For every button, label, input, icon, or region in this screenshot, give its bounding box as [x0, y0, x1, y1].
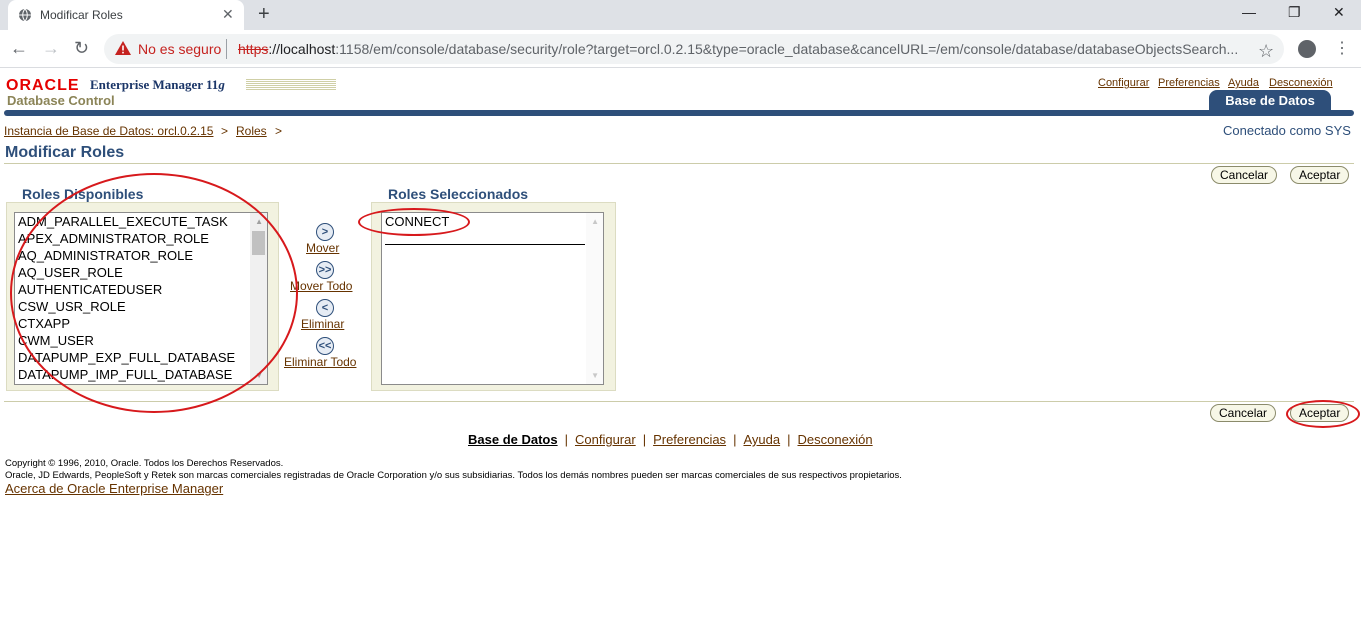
available-roles-title: Roles Disponibles [22, 186, 144, 202]
accept-button-bottom[interactable]: Aceptar [1290, 404, 1350, 422]
product-name: Enterprise Manager 11g [90, 77, 225, 93]
available-roles-list[interactable]: ADM_PARALLEL_EXECUTE_TASK APEX_ADMINISTR… [14, 212, 268, 385]
copyright-line-2: Oracle, JD Edwards, PeopleSoft y Retek s… [5, 470, 902, 481]
url-host: ://localhost [268, 41, 336, 57]
address-bar[interactable]: No es seguro https://localhost:1158/em/c… [104, 34, 1284, 64]
scroll-thumb[interactable] [252, 231, 265, 255]
list-item[interactable]: AUTHENTICATEDUSER [18, 282, 162, 297]
remove-all-icon[interactable]: << [316, 337, 334, 355]
footer-link-ayuda[interactable]: Ayuda [743, 432, 780, 447]
bookmark-star-icon[interactable]: ☆ [1258, 41, 1274, 62]
browser-tab[interactable]: Modificar Roles ✕ [8, 0, 244, 30]
url-text[interactable]: https://localhost:1158/em/console/databa… [238, 41, 1238, 57]
tab-base-de-datos[interactable]: Base de Datos [1209, 90, 1331, 112]
warning-icon[interactable] [114, 40, 132, 56]
list-placeholder-line [385, 244, 585, 245]
breadcrumb-instance[interactable]: Instancia de Base de Datos: orcl.0.2.15 [4, 124, 213, 138]
scroll-down-icon[interactable]: ▼ [255, 371, 263, 380]
list-item[interactable]: ADM_PARALLEL_EXECUTE_TASK [18, 214, 228, 229]
move-all-link[interactable]: Mover Todo [290, 279, 352, 293]
url-scheme: https [238, 41, 269, 57]
kebab-menu-icon[interactable]: ⋮ [1334, 38, 1350, 58]
list-item[interactable]: AQ_USER_ROLE [18, 265, 123, 280]
accept-button-top[interactable]: Aceptar [1290, 166, 1350, 184]
cancel-button-bottom[interactable]: Cancelar [1210, 404, 1277, 422]
remove-all-link[interactable]: Eliminar Todo [284, 355, 356, 369]
about-link[interactable]: Acerca de Oracle Enterprise Manager [5, 481, 223, 496]
scroll-up-icon[interactable]: ▲ [591, 217, 599, 226]
list-item[interactable]: CTXAPP [18, 316, 70, 331]
cancel-button-top[interactable]: Cancelar [1211, 166, 1278, 184]
footer-separator: | [787, 432, 791, 447]
tab-title: Modificar Roles [40, 8, 123, 22]
breadcrumb-separator: > [275, 124, 283, 138]
selected-roles-list[interactable]: CONNECT ▲ ▼ [381, 212, 604, 385]
footer-link-configurar[interactable]: Configurar [575, 432, 636, 447]
list-item[interactable]: CSW_USR_ROLE [18, 299, 126, 314]
minimize-icon[interactable]: — [1242, 4, 1256, 20]
available-scrollbar[interactable]: ▲ ▼ [250, 213, 267, 384]
remove-icon[interactable]: < [316, 299, 334, 317]
list-item[interactable]: DATAPUMP_EXP_FULL_DATABASE [18, 350, 235, 365]
page-title: Modificar Roles [5, 144, 125, 161]
move-link[interactable]: Mover [306, 241, 339, 255]
close-window-icon[interactable]: ✕ [1333, 4, 1345, 21]
close-tab-icon[interactable]: ✕ [222, 6, 234, 23]
global-link-configurar[interactable]: Configurar [1098, 77, 1149, 89]
breadcrumb-separator: > [221, 124, 229, 138]
browser-tab-bar: Modificar Roles ✕ + — ❐ ✕ [0, 0, 1361, 30]
scroll-down-icon[interactable]: ▼ [591, 371, 599, 380]
footer-separator: | [642, 432, 647, 447]
product-suffix: g [218, 77, 225, 92]
footer-nav: Base de Datos | Configurar | Preferencias | Ay… [468, 432, 873, 447]
global-link-preferencias[interactable]: Preferencias [1158, 77, 1220, 89]
globe-icon [19, 8, 31, 22]
connected-as: Conectado como SYS [1223, 123, 1351, 138]
breadcrumb-roles[interactable]: Roles [236, 124, 267, 138]
footer-link-desconexion[interactable]: Desconexión [797, 432, 872, 447]
logo-stripes [246, 79, 336, 91]
remove-link[interactable]: Eliminar [301, 317, 344, 331]
back-icon[interactable]: ← [10, 38, 28, 59]
global-link-desconexion[interactable]: Desconexión [1269, 77, 1333, 89]
subproduct-name: Database Control [7, 93, 115, 108]
move-all-icon[interactable]: >> [316, 261, 334, 279]
selected-roles-title: Roles Seleccionados [388, 186, 529, 202]
reload-icon[interactable]: ↻ [74, 38, 89, 59]
copyright-line-1: Copyright © 1996, 2010, Oracle. Todos lo… [5, 458, 284, 469]
title-divider [4, 163, 1354, 164]
browser-toolbar: ← → ↻ No es seguro https://localhost:115… [0, 30, 1361, 68]
global-link-ayuda[interactable]: Ayuda [1228, 77, 1259, 89]
not-secure-label[interactable]: No es seguro [138, 41, 221, 57]
list-item[interactable]: CONNECT [385, 214, 449, 229]
global-nav-bar [4, 110, 1354, 116]
url-rest: :1158/em/console/database/security/role?… [335, 41, 1239, 57]
forward-icon[interactable]: → [42, 38, 60, 59]
footer-separator: | [733, 432, 737, 447]
list-item[interactable]: AQ_ADMINISTRATOR_ROLE [18, 248, 193, 263]
maximize-icon[interactable]: ❐ [1288, 4, 1301, 21]
list-item[interactable]: CWM_USER [18, 333, 94, 348]
footer-link-preferencias[interactable]: Preferencias [653, 432, 726, 447]
product-text: Enterprise Manager 11 [90, 77, 219, 92]
footer-separator: | [564, 432, 568, 447]
bottom-divider [4, 401, 1354, 402]
footer-link-base-de-datos[interactable]: Base de Datos [468, 432, 558, 447]
profile-icon[interactable] [1298, 40, 1316, 58]
list-item[interactable]: APEX_ADMINISTRATOR_ROLE [18, 231, 209, 246]
new-tab-icon[interactable]: + [258, 3, 270, 26]
list-item[interactable]: DATAPUMP_IMP_FULL_DATABASE [18, 367, 232, 382]
scroll-up-icon[interactable]: ▲ [255, 217, 263, 226]
url-separator [226, 39, 227, 59]
selected-scrollbar[interactable]: ▲ ▼ [586, 213, 603, 384]
move-icon[interactable]: > [316, 223, 334, 241]
